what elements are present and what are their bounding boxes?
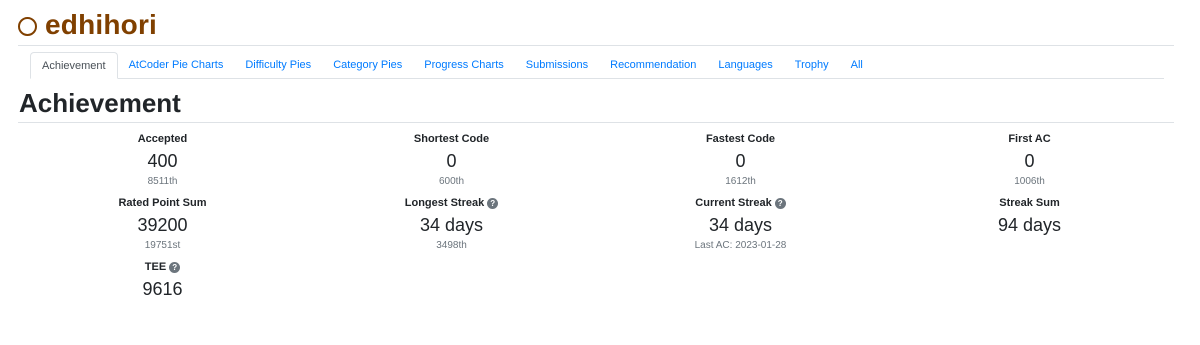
header-divider bbox=[18, 45, 1174, 46]
stat-value: 9616 bbox=[142, 279, 183, 299]
tab-achievement[interactable]: Achievement bbox=[30, 52, 118, 79]
stat-value: 0 bbox=[1024, 151, 1035, 171]
stat-first-ac: First AC 0 1006th bbox=[885, 130, 1174, 194]
user-name: edhihori bbox=[45, 9, 158, 40]
stat-streak-sum: Streak Sum 94 days bbox=[885, 194, 1174, 258]
stat-value: 34 days bbox=[419, 215, 484, 235]
stat-label: TEE bbox=[144, 261, 167, 273]
stat-rated-point-sum: Rated Point Sum 39200 19751st bbox=[18, 194, 307, 258]
tab-atcoder-pie-charts[interactable]: AtCoder Pie Charts bbox=[118, 52, 235, 78]
stat-label-row: TEE ? bbox=[18, 258, 307, 276]
stat-value: 34 days bbox=[708, 215, 773, 235]
tab-difficulty-pies[interactable]: Difficulty Pies bbox=[234, 52, 322, 78]
stat-shortest-code: Shortest Code 0 600th bbox=[307, 130, 596, 194]
stat-value: 39200 bbox=[137, 215, 188, 235]
help-icon[interactable]: ? bbox=[169, 261, 181, 273]
stat-longest-streak: Longest Streak ? 34 days 3498th bbox=[307, 194, 596, 258]
stat-fastest-code: Fastest Code 0 1612th bbox=[596, 130, 885, 194]
stat-rank: 600th bbox=[438, 176, 465, 187]
stat-tee: TEE ? 9616 bbox=[18, 258, 307, 322]
stat-value: 400 bbox=[147, 151, 178, 171]
tab-all[interactable]: All bbox=[840, 52, 874, 78]
stat-label-row: Current Streak ? bbox=[596, 194, 885, 212]
rank-circle-icon bbox=[18, 16, 37, 36]
tab-languages[interactable]: Languages bbox=[707, 52, 783, 78]
tab-category-pies[interactable]: Category Pies bbox=[322, 52, 413, 78]
stat-label-row: Longest Streak ? bbox=[307, 194, 596, 212]
stat-label: Shortest Code bbox=[413, 133, 490, 145]
tab-trophy[interactable]: Trophy bbox=[784, 52, 840, 78]
stat-value: 0 bbox=[446, 151, 457, 171]
tab-progress-charts[interactable]: Progress Charts bbox=[413, 52, 514, 78]
last-ac-date: Last AC: 2023-01-28 bbox=[694, 240, 787, 251]
stat-label: Longest Streak bbox=[404, 197, 485, 209]
stat-label: Streak Sum bbox=[999, 197, 1060, 209]
stat-value: 0 bbox=[735, 151, 746, 171]
page-title: Achievement bbox=[19, 88, 181, 118]
user-header: edhihori bbox=[18, 8, 157, 42]
stat-value: 94 days bbox=[997, 215, 1062, 235]
stat-label: Rated Point Sum bbox=[118, 197, 207, 209]
stat-label: First AC bbox=[1008, 133, 1051, 145]
tab-bar: Achievement AtCoder Pie Charts Difficult… bbox=[30, 52, 1164, 79]
tab-submissions[interactable]: Submissions bbox=[515, 52, 599, 78]
stat-rank: 19751st bbox=[144, 240, 181, 251]
stat-rank: 8511th bbox=[147, 176, 178, 187]
stat-label: Current Streak bbox=[695, 197, 772, 209]
stat-rank: 3498th bbox=[436, 240, 467, 251]
stat-current-streak: Current Streak ? 34 days Last AC: 2023-0… bbox=[596, 194, 885, 258]
help-icon[interactable]: ? bbox=[774, 197, 786, 209]
help-icon[interactable]: ? bbox=[487, 197, 499, 209]
title-divider bbox=[18, 122, 1174, 123]
stat-accepted: Accepted 400 8511th bbox=[18, 130, 307, 194]
achievement-grid: Accepted 400 8511th Shortest Code 0 600t… bbox=[18, 130, 1174, 322]
stat-rank: 1612th bbox=[725, 176, 756, 187]
stat-label: Fastest Code bbox=[705, 133, 776, 145]
tab-recommendation[interactable]: Recommendation bbox=[599, 52, 707, 78]
stat-rank: 1006th bbox=[1014, 176, 1045, 187]
stat-label: Accepted bbox=[137, 133, 188, 145]
